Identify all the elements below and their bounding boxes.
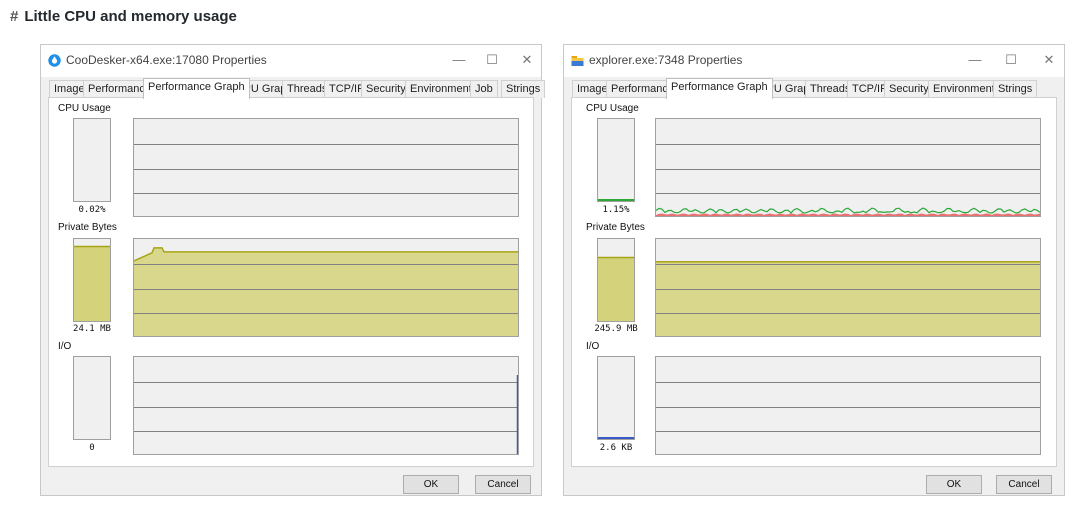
io-gauge <box>73 356 111 440</box>
minimize-button[interactable]: — <box>966 51 984 69</box>
cpu-history-plot <box>656 144 1040 216</box>
cpu-history-graph <box>655 118 1041 217</box>
tab-strings[interactable]: Strings <box>993 80 1038 98</box>
tab-environment[interactable]: Environment <box>405 80 477 98</box>
cpu-history-graph <box>133 118 519 217</box>
private-bytes-history-graph <box>133 238 519 337</box>
close-button[interactable]: ✕ <box>1040 51 1058 69</box>
cpu-usage-label: CPU Usage <box>586 103 639 114</box>
private-bytes-label: Private Bytes <box>586 222 645 233</box>
tab-job[interactable]: Job <box>470 80 498 98</box>
cpu-usage-value: 1.15% <box>602 205 630 215</box>
folder-icon <box>571 56 584 66</box>
private-bytes-gauge-fill <box>598 256 634 321</box>
private-bytes-label: Private Bytes <box>58 222 117 233</box>
private-bytes-value: 24.1 MB <box>73 324 111 334</box>
cpu-gauge-fill <box>598 199 634 201</box>
tab-performance-graph[interactable]: Performance Graph <box>666 78 773 99</box>
cpu-history-plot <box>134 144 518 194</box>
heading-hash: # <box>10 8 19 25</box>
memory-area <box>656 261 1040 336</box>
title-bar[interactable]: CooDesker-x64.exe:17080 Properties — ☐ ✕ <box>41 45 541 77</box>
tab-security[interactable]: Security <box>361 80 411 98</box>
io-history-plot <box>134 375 518 454</box>
performance-graph-panel: CPU Usage 0.02% Private Bytes 24.1 MB I/… <box>48 97 534 467</box>
io-value: 2.6 KB <box>599 443 633 453</box>
cpu-usage-label: CPU Usage <box>58 103 111 114</box>
io-label: I/O <box>58 341 72 352</box>
close-button[interactable]: ✕ <box>518 51 536 69</box>
maximize-button[interactable]: ☐ <box>1002 51 1020 69</box>
private-bytes-history-plot <box>134 247 518 336</box>
gauge-level-bar <box>74 246 110 321</box>
private-bytes-history-plot <box>656 261 1040 336</box>
cpu-total-line <box>656 207 1040 214</box>
window-title: explorer.exe:7348 Properties <box>589 53 743 67</box>
properties-window-explorer: explorer.exe:7348 Properties — ☐ ✕ Image… <box>563 44 1065 496</box>
tab-security[interactable]: Security <box>884 80 934 98</box>
properties-window-coodesker: CooDesker-x64.exe:17080 Properties — ☐ ✕… <box>40 44 546 496</box>
performance-graph-panel: CPU Usage 1.15% Private Bytes 245.9 MB I… <box>571 97 1057 467</box>
gauge-level-bar <box>598 437 634 439</box>
resize-grip[interactable] <box>1057 488 1063 494</box>
memory-area <box>134 247 518 336</box>
io-history-graph <box>655 356 1041 455</box>
cancel-button[interactable]: Cancel <box>475 475 531 494</box>
resize-grip[interactable] <box>534 488 540 494</box>
maximize-button[interactable]: ☐ <box>483 51 501 69</box>
ok-button[interactable]: OK <box>926 475 982 494</box>
window-title: CooDesker-x64.exe:17080 Properties <box>66 53 267 67</box>
cpu-gauge <box>73 118 111 202</box>
minimize-button[interactable]: — <box>450 51 468 69</box>
tab-performance-graph[interactable]: Performance Graph <box>143 78 250 99</box>
io-history-graph <box>133 356 519 455</box>
coodesker-app-icon <box>48 54 61 67</box>
private-bytes-value: 245.9 MB <box>594 324 638 334</box>
tab-environment[interactable]: Environment <box>928 80 1000 98</box>
section-heading: # Little CPU and memory usage <box>10 8 237 25</box>
title-bar[interactable]: explorer.exe:7348 Properties — ☐ ✕ <box>564 45 1064 77</box>
io-gauge-fill <box>598 437 634 439</box>
gauge-level-bar <box>598 257 634 321</box>
cpu-kernel-area <box>656 213 1040 216</box>
ok-button[interactable]: OK <box>403 475 459 494</box>
io-value: 0 <box>89 443 95 453</box>
cpu-gauge <box>597 118 635 202</box>
gauge-level-bar <box>598 199 634 201</box>
private-bytes-history-graph <box>655 238 1041 337</box>
cpu-usage-value: 0.02% <box>78 205 106 215</box>
io-gauge <box>597 356 635 440</box>
io-label: I/O <box>586 341 600 352</box>
private-bytes-gauge <box>597 238 635 322</box>
cancel-button[interactable]: Cancel <box>996 475 1052 494</box>
io-history-plot <box>656 382 1040 432</box>
private-bytes-gauge <box>73 238 111 322</box>
heading-text: Little CPU and memory usage <box>24 8 237 25</box>
tab-strings[interactable]: Strings <box>501 80 546 98</box>
private-bytes-gauge-fill <box>74 245 110 321</box>
